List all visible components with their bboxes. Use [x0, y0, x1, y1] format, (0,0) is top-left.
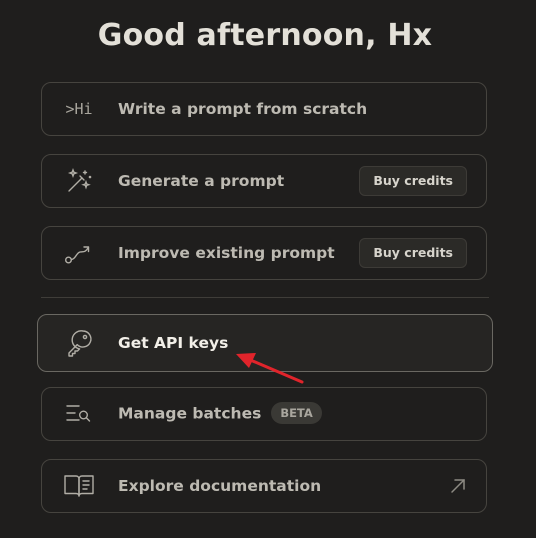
arrow-up-right-icon	[448, 476, 468, 496]
explore-docs-card[interactable]: Explore documentation	[41, 459, 487, 513]
write-prompt-card[interactable]: >Hi Write a prompt from scratch	[41, 82, 487, 136]
manage-batches-card[interactable]: Manage batches BETA	[41, 387, 487, 441]
key-icon	[62, 326, 96, 360]
buy-credits-button[interactable]: Buy credits	[359, 166, 467, 196]
generate-prompt-label: Generate a prompt	[118, 172, 285, 190]
manage-batches-text: Manage batches	[118, 404, 262, 423]
write-prompt-label: Write a prompt from scratch	[118, 100, 368, 118]
improve-prompt-card[interactable]: Improve existing prompt Buy credits	[41, 226, 487, 280]
path-arrow-icon	[62, 236, 96, 270]
beta-badge: BETA	[271, 402, 322, 424]
improve-prompt-label: Improve existing prompt	[118, 244, 335, 262]
explore-docs-label: Explore documentation	[118, 477, 322, 495]
get-api-keys-card[interactable]: Get API keys	[37, 314, 493, 372]
buy-credits-button[interactable]: Buy credits	[359, 238, 467, 268]
list-search-icon	[62, 397, 96, 431]
magic-wand-icon	[62, 164, 96, 198]
section-divider	[41, 297, 489, 298]
terminal-hi-icon: >Hi	[65, 100, 93, 118]
manage-batches-label: Manage batches BETA	[118, 402, 322, 425]
generate-prompt-card[interactable]: Generate a prompt Buy credits	[41, 154, 487, 208]
home-panel: Good afternoon, Hx >Hi Write a prompt fr…	[0, 0, 536, 538]
get-api-keys-label: Get API keys	[118, 334, 229, 352]
greeting-title: Good afternoon, Hx	[97, 18, 433, 53]
book-icon	[62, 469, 96, 503]
